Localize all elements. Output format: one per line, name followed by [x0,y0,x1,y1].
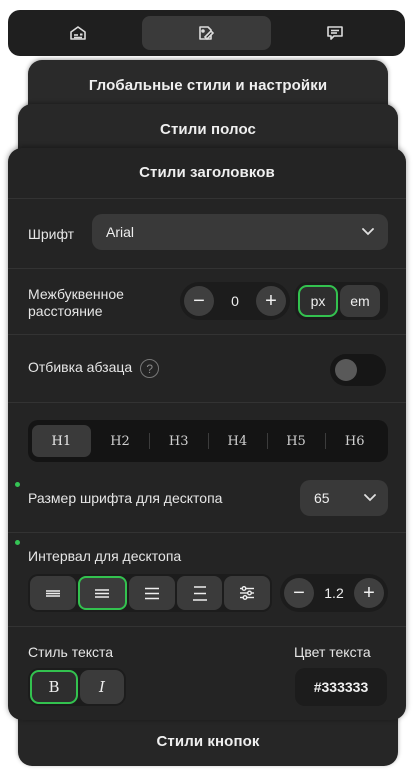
align-wider-button[interactable] [176,576,223,610]
unit-em-button[interactable]: em [340,285,380,317]
alignment-group [28,574,272,612]
lines-compact-icon [45,590,60,597]
lines-wider-icon [192,586,207,601]
increase-button[interactable]: + [354,578,384,608]
panel-title: Стили полос [160,121,256,138]
font-size-select[interactable]: 65 [300,480,388,516]
decrease-button[interactable]: − [284,578,314,608]
divider [8,532,406,533]
text-color-input[interactable]: #333333 [295,668,387,706]
align-compact-button[interactable] [30,576,76,610]
lines-normal-icon [95,589,110,598]
font-size-label: Размер шрифта для десктопа [28,490,223,506]
increase-button[interactable]: + [255,286,286,316]
sliders-icon [240,586,255,600]
tab-styles[interactable] [142,16,271,50]
paragraph-spacing-label: Отбивка абзаца? [28,359,160,378]
layout-icon [70,26,86,40]
italic-button[interactable]: I [80,670,124,704]
lines-wide-icon [144,587,159,600]
modified-indicator-dot [15,540,20,545]
panel-title[interactable]: Стили заголовков [8,148,406,198]
custom-spacing-button[interactable] [224,576,270,610]
tab-h1[interactable]: H1 [32,425,91,457]
font-label: Шрифт [28,226,75,242]
font-select[interactable]: Arial [92,214,388,250]
top-tab-bar [8,10,405,56]
line-height-value[interactable]: 1.2 [324,585,343,601]
tab-h4[interactable]: H4 [208,425,267,457]
text-color-label: Цвет текста [294,644,371,660]
paragraph-spacing-text: Отбивка абзаца [28,359,133,376]
letter-spacing-label-line1: Межбуквенное [28,286,124,302]
font-value: Arial [106,224,135,240]
text-style-group: B I [28,668,126,706]
panel-heading-styles: Стили заголовков Шрифт Arial Межбуквенно… [8,148,406,720]
help-icon[interactable]: ? [140,359,160,378]
tab-h3[interactable]: H3 [149,425,208,457]
tab-h6[interactable]: H6 [325,425,384,457]
divider [8,268,406,269]
letter-spacing-label-line2: расстояние [28,303,103,319]
modified-indicator-dot [15,482,20,487]
toggle-knob [335,359,357,381]
unit-toggle: px em [295,282,388,320]
align-normal-button[interactable] [77,576,128,610]
line-height-stepper: − 1.2 + [280,574,388,612]
paint-icon [199,26,215,41]
chevron-down-icon [362,228,374,236]
divider [8,198,406,199]
bold-button[interactable]: B [30,670,78,704]
letter-spacing-stepper: − 0 + [180,282,290,320]
unit-px-button[interactable]: px [298,285,338,317]
decrease-button[interactable]: − [184,286,214,316]
letter-spacing-label: Межбуквенное расстояние [28,286,124,320]
chevron-down-icon [364,494,376,502]
divider [8,334,406,335]
panel-title: Глобальные стили и настройки [88,77,328,94]
divider [8,402,406,403]
align-wide-button[interactable] [129,576,175,610]
font-size-value: 65 [314,490,330,506]
heading-level-tabs: H1 H2 H3 H4 H5 H6 [28,420,388,462]
line-height-label: Интервал для десктопа [28,548,182,564]
tab-chat[interactable] [271,16,399,50]
tab-h2[interactable]: H2 [91,425,150,457]
divider [8,626,406,627]
text-style-label: Стиль текста [28,644,114,660]
paragraph-spacing-toggle[interactable] [330,354,386,386]
tab-layout[interactable] [14,16,142,50]
letter-spacing-value[interactable]: 0 [231,293,239,309]
chat-icon [327,26,343,40]
tab-h5[interactable]: H5 [266,425,326,457]
